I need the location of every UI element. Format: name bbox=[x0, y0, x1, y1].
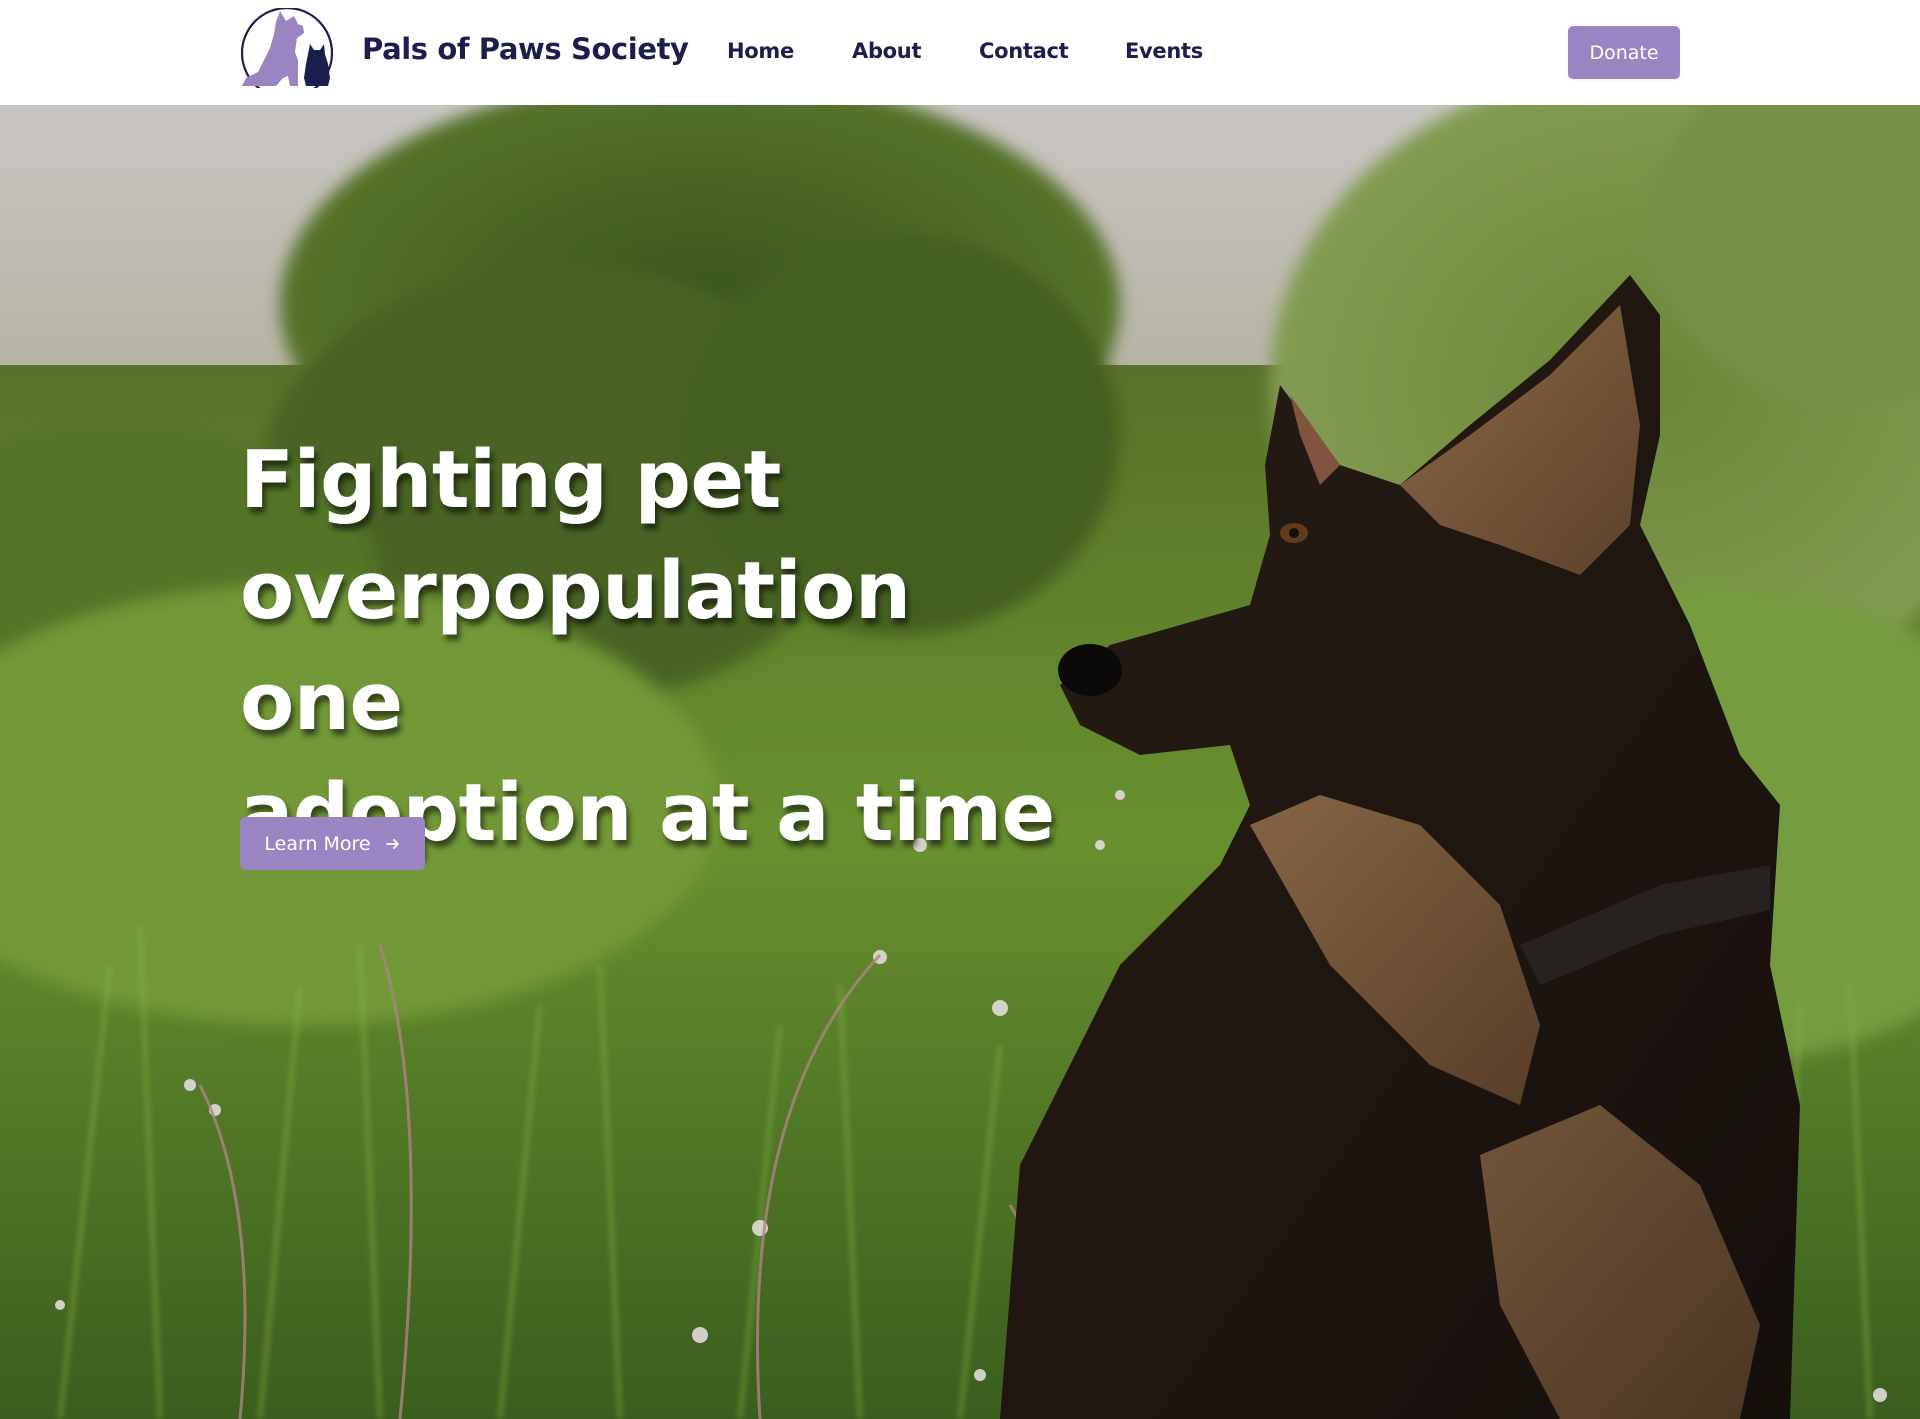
learn-more-button[interactable]: Learn More bbox=[240, 817, 425, 870]
nav-events[interactable]: Events bbox=[1125, 39, 1203, 63]
logo-icon[interactable] bbox=[240, 8, 335, 88]
nav-about[interactable]: About bbox=[852, 39, 922, 63]
nav-contact[interactable]: Contact bbox=[979, 39, 1069, 63]
site-header: Pals of Paws Society Home About Contact … bbox=[0, 0, 1920, 105]
nav-home[interactable]: Home bbox=[727, 39, 794, 63]
hero-title-line-1: Fighting pet bbox=[240, 434, 781, 526]
brand-name[interactable]: Pals of Paws Society bbox=[362, 32, 689, 66]
learn-more-label: Learn More bbox=[264, 832, 371, 855]
hero-title-line-2: overpopulation one bbox=[240, 545, 911, 748]
arrow-right-icon bbox=[385, 838, 399, 849]
donate-button[interactable]: Donate bbox=[1568, 26, 1680, 79]
hero-title: Fighting pet overpopulation one adoption… bbox=[240, 425, 1060, 869]
hero-section: Fighting pet overpopulation one adoption… bbox=[0, 105, 1920, 1419]
